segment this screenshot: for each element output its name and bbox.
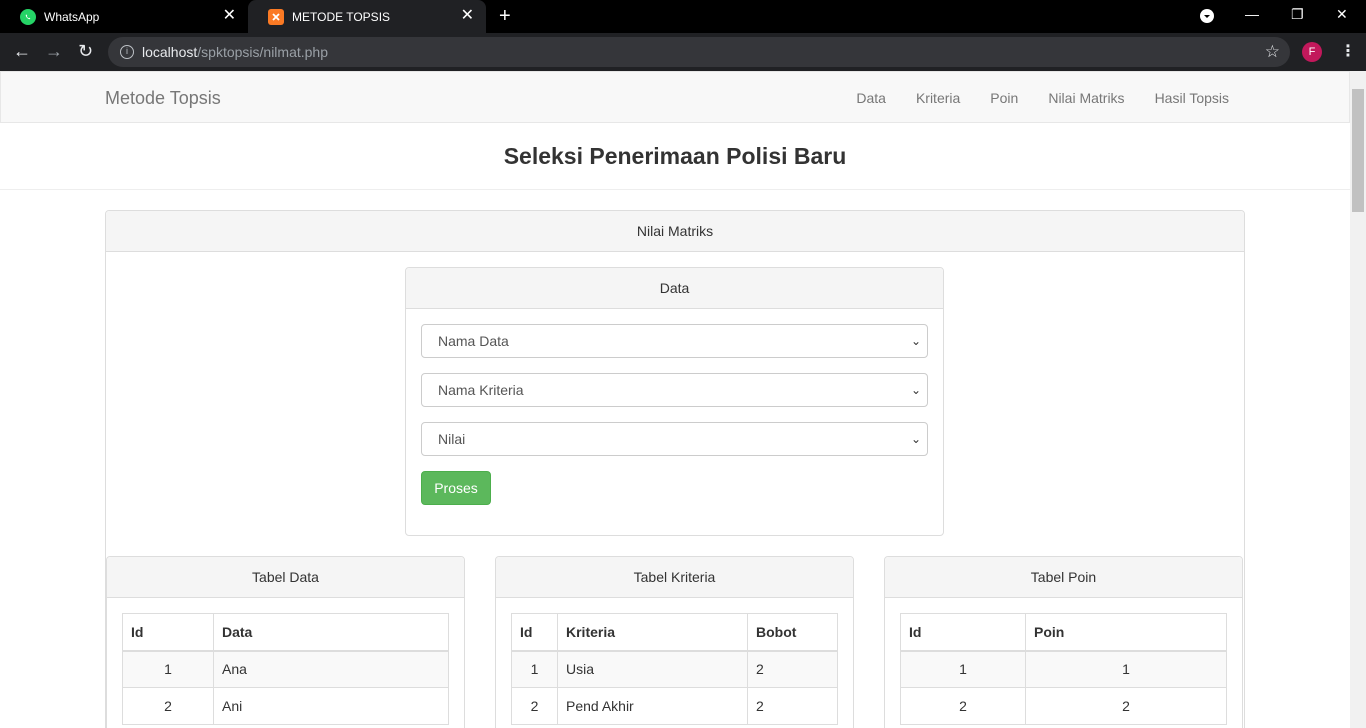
- nama-kriteria-select[interactable]: Nama Kriteria ⌄: [421, 373, 928, 407]
- table-cell: 1: [122, 650, 214, 688]
- info-icon[interactable]: i: [120, 45, 134, 59]
- tab-search-icon[interactable]: [1200, 9, 1214, 26]
- tabel-data: Id Data 1 Ana 2 Ani: [122, 613, 449, 725]
- table-row: 2 Pend Akhir 2: [511, 687, 838, 725]
- table-row: 2 2: [900, 687, 1227, 725]
- navbar: Metode Topsis Data Kriteria Poin Nilai M…: [0, 71, 1350, 123]
- table-cell: 1: [1025, 650, 1227, 688]
- close-window-icon[interactable]: ✕: [1336, 6, 1348, 23]
- table-cell: 2: [511, 687, 558, 725]
- column-header: Id: [900, 613, 1026, 652]
- page-title: Seleksi Penerimaan Polisi Baru: [503, 143, 847, 169]
- table-row: 1 Usia 2: [511, 650, 838, 688]
- url-path: /spktopsis/nilmat.php: [197, 44, 328, 60]
- page-header: Seleksi Penerimaan Polisi Baru: [0, 123, 1350, 190]
- nilai-select[interactable]: Nilai ⌄: [421, 422, 928, 456]
- chevron-down-icon: ⌄: [910, 334, 921, 348]
- table-cell: 2: [747, 687, 838, 725]
- tab-metode-topsis[interactable]: METODE TOPSIS ✕: [248, 0, 486, 33]
- table-cell: Usia: [557, 650, 748, 688]
- proses-button[interactable]: Proses: [421, 471, 491, 505]
- reload-icon[interactable]: ↻: [78, 42, 93, 60]
- restore-icon[interactable]: ❐: [1291, 6, 1304, 23]
- new-tab-icon[interactable]: +: [499, 6, 511, 26]
- panel-heading: Nilai Matriks: [106, 211, 1244, 252]
- browser-menu-icon[interactable]: ⋮: [1340, 41, 1356, 61]
- panel-heading: Data: [406, 268, 943, 309]
- page-scrollbar[interactable]: [1350, 71, 1366, 728]
- nav-link-kriteria[interactable]: Kriteria: [916, 90, 960, 106]
- panel-heading: Tabel Kriteria: [496, 557, 853, 598]
- column-header: Id: [511, 613, 558, 652]
- tabel-data-panel: Tabel Data Id Data 1 Ana 2 Ani: [106, 556, 465, 728]
- chevron-down-icon: ⌄: [910, 383, 921, 397]
- scrollbar-thumb[interactable]: [1352, 89, 1364, 212]
- forward-icon[interactable]: →: [45, 42, 63, 60]
- tabel-kriteria-panel: Tabel Kriteria Id Kriteria Bobot 1 Usia …: [495, 556, 854, 728]
- back-icon[interactable]: ←: [13, 42, 31, 60]
- tab-title: WhatsApp: [44, 9, 100, 24]
- table-row: 2 Ani: [122, 687, 449, 725]
- column-header: Data: [213, 613, 449, 652]
- nav-link-poin[interactable]: Poin: [990, 90, 1018, 106]
- chevron-down-icon: ⌄: [910, 432, 921, 446]
- nama-data-select[interactable]: Nama Data ⌄: [421, 324, 928, 358]
- table-cell: 2: [747, 650, 838, 688]
- table-cell: Ani: [213, 687, 449, 725]
- table-cell: 2: [122, 687, 214, 725]
- tabel-poin-panel: Tabel Poin Id Poin 1 1 2 2: [884, 556, 1243, 728]
- nav-link-nilai-matriks[interactable]: Nilai Matriks: [1048, 90, 1124, 106]
- table-cell: 1: [900, 650, 1026, 688]
- column-header: Kriteria: [557, 613, 748, 652]
- table-row: 1 Ana: [122, 650, 449, 688]
- close-icon[interactable]: ✕: [461, 8, 474, 24]
- navbar-links: Data Kriteria Poin Nilai Matriks Hasil T…: [856, 90, 1229, 106]
- table-cell: Pend Akhir: [557, 687, 748, 725]
- column-header: Bobot: [747, 613, 838, 652]
- nilai-matriks-panel: Nilai Matriks Data Nama Data ⌄ Nama Krit…: [105, 210, 1245, 728]
- table-row: 1 1: [900, 650, 1227, 688]
- address-bar[interactable]: i localhost /spktopsis/nilmat.php ☆: [108, 37, 1290, 67]
- select-value: Nilai: [438, 431, 466, 447]
- column-header: Poin: [1025, 613, 1227, 652]
- select-value: Nama Data: [438, 333, 509, 349]
- column-header: Id: [122, 613, 214, 652]
- tab-whatsapp[interactable]: WhatsApp ✕: [0, 0, 248, 33]
- xampp-icon: [268, 8, 284, 25]
- table-cell: 2: [1025, 687, 1227, 725]
- select-value: Nama Kriteria: [438, 382, 524, 398]
- minimize-icon[interactable]: —: [1245, 6, 1259, 22]
- page-viewport: Metode Topsis Data Kriteria Poin Nilai M…: [0, 71, 1350, 728]
- bookmark-star-icon[interactable]: ☆: [1265, 42, 1280, 62]
- tab-title: METODE TOPSIS: [292, 9, 391, 24]
- navbar-brand[interactable]: Metode Topsis: [105, 88, 221, 109]
- browser-toolbar: ← → ↻ i localhost /spktopsis/nilmat.php …: [0, 33, 1366, 71]
- table-cell: 1: [511, 650, 558, 688]
- browser-tabstrip: WhatsApp ✕ METODE TOPSIS ✕ + — ❐ ✕: [0, 0, 1366, 33]
- close-icon[interactable]: ✕: [223, 8, 236, 24]
- panel-heading: Tabel Poin: [885, 557, 1242, 598]
- nav-link-data[interactable]: Data: [856, 90, 886, 106]
- url-host: localhost: [142, 44, 198, 60]
- tabel-poin: Id Poin 1 1 2 2: [900, 613, 1227, 725]
- data-form-panel: Data Nama Data ⌄ Nama Kriteria ⌄ Nilai ⌄…: [405, 267, 944, 536]
- profile-avatar[interactable]: F: [1302, 42, 1322, 62]
- table-cell: 2: [900, 687, 1026, 725]
- panel-heading: Tabel Data: [107, 557, 464, 598]
- whatsapp-icon: [20, 8, 36, 25]
- table-cell: Ana: [213, 650, 449, 688]
- tabel-kriteria: Id Kriteria Bobot 1 Usia 2 2 Pend Akhir …: [511, 613, 838, 725]
- nav-link-hasil-topsis[interactable]: Hasil Topsis: [1155, 90, 1229, 106]
